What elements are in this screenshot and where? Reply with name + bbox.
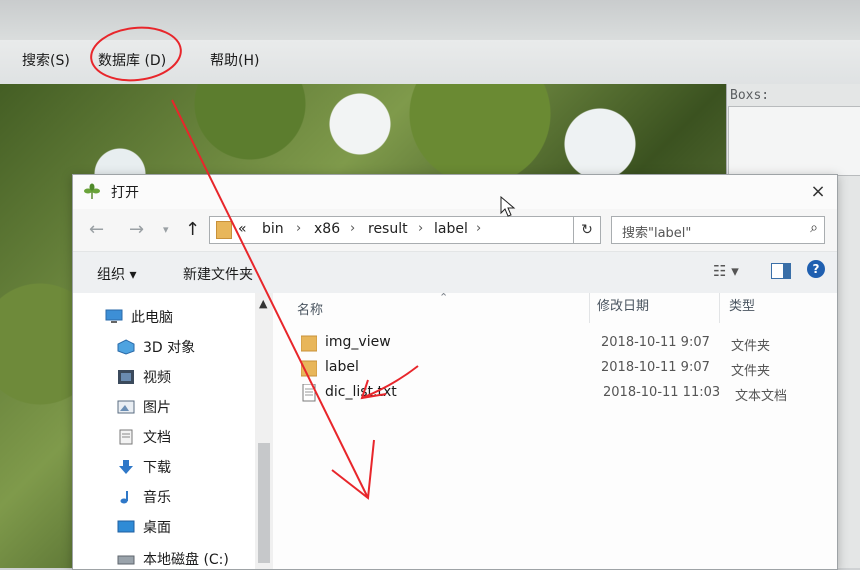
back-arrow-icon[interactable]: ← (89, 219, 104, 240)
file-name: img_view (325, 334, 391, 350)
refresh-icon[interactable]: ↻ (573, 216, 601, 244)
nav-item-videos[interactable]: 视频 (143, 367, 171, 387)
sort-ascending-icon: ⌃ (439, 291, 449, 304)
computer-icon (105, 309, 123, 323)
file-list: 名称 ⌃ 修改日期 类型 img_view 2018-10-11 9:07 文件… (273, 291, 837, 569)
folder-icon (301, 335, 317, 352)
column-header-name[interactable]: 名称 (297, 299, 323, 318)
file-row-label[interactable]: label 2018-10-11 9:07 文件夹 (273, 356, 837, 380)
menu-database[interactable]: 数据库 (D) (98, 50, 166, 70)
close-button[interactable]: × (805, 179, 831, 205)
nav-item-desktop[interactable]: 桌面 (143, 517, 171, 537)
3d-objects-icon (117, 339, 135, 355)
boxes-list[interactable] (728, 106, 860, 176)
chevron-right-icon[interactable]: › (418, 221, 423, 236)
nav-item-documents[interactable]: 文档 (143, 427, 171, 447)
nav-item-3d-objects[interactable]: 3D 对象 (143, 337, 195, 357)
up-arrow-icon[interactable]: ↑ (185, 219, 200, 240)
scroll-thumb[interactable] (258, 443, 270, 563)
file-date: 2018-10-11 9:07 (601, 335, 710, 350)
nav-item-downloads[interactable]: 下载 (143, 457, 171, 477)
nav-item-music[interactable]: 音乐 (143, 487, 171, 507)
recent-dropdown-icon[interactable]: ▾ (163, 223, 169, 236)
disk-icon (117, 555, 135, 565)
menu-help[interactable]: 帮助(H) (210, 50, 259, 70)
scroll-up-icon[interactable]: ▲ (259, 297, 267, 310)
column-header-type[interactable]: 类型 (729, 295, 755, 314)
dialog-titlebar: 打开 × (73, 175, 837, 209)
nav-item-pictures[interactable]: 图片 (143, 397, 171, 417)
file-row-dic-list[interactable]: dic_list.txt 2018-10-11 11:03 文本文档 (273, 381, 837, 405)
file-date: 2018-10-11 9:07 (601, 360, 710, 375)
file-type: 文件夹 (731, 339, 771, 354)
breadcrumb-overflow[interactable]: « (238, 221, 247, 237)
navigation-bar: ← → ▾ ↑ « bin › x86 › result › label › ⌄… (73, 209, 837, 251)
search-input[interactable]: 搜索"label" ⌕ (611, 216, 825, 244)
file-type: 文本文档 (735, 389, 788, 404)
folder-icon (216, 221, 232, 239)
mouse-cursor-icon (500, 196, 516, 217)
search-placeholder: 搜索"label" (622, 226, 692, 241)
video-icon (118, 370, 134, 384)
dialog-title: 打开 (111, 185, 139, 201)
forward-arrow-icon[interactable]: → (129, 219, 144, 240)
open-file-dialog: 打开 × ← → ▾ ↑ « bin › x86 › result › labe… (72, 174, 838, 570)
column-divider[interactable] (719, 293, 720, 323)
nav-item-this-pc[interactable]: 此电脑 (131, 307, 173, 327)
column-header-date[interactable]: 修改日期 (597, 295, 649, 314)
folder-icon (301, 360, 317, 377)
breadcrumb-result[interactable]: result (368, 221, 408, 237)
file-type: 文件夹 (731, 364, 771, 379)
file-name: dic_list.txt (325, 384, 397, 400)
download-icon (119, 460, 133, 474)
nav-item-local-disk[interactable]: 本地磁盘 (C:) (143, 549, 229, 569)
file-row-img-view[interactable]: img_view 2018-10-11 9:07 文件夹 (273, 331, 837, 355)
file-date: 2018-10-11 11:03 (603, 385, 721, 400)
menu-search[interactable]: 搜索(S) (22, 50, 70, 70)
breadcrumb-bin[interactable]: bin (262, 221, 284, 237)
app-leaf-icon (84, 183, 100, 199)
file-name: label (325, 359, 359, 375)
search-icon[interactable]: ⌕ (810, 220, 818, 236)
desktop-icon (117, 520, 135, 533)
new-folder-button[interactable]: 新建文件夹 (183, 264, 253, 284)
nav-pane-scrollbar[interactable]: ▲ (255, 293, 273, 569)
chevron-right-icon[interactable]: › (476, 221, 481, 236)
breadcrumb-x86[interactable]: x86 (314, 221, 340, 237)
pictures-icon (117, 400, 135, 414)
boxes-label: Boxs: (730, 88, 770, 103)
command-toolbar: 组织 ▾ 新建文件夹 ☷ ▾ ? (73, 251, 837, 295)
column-divider[interactable] (589, 293, 590, 323)
chevron-right-icon[interactable]: › (296, 221, 301, 236)
documents-icon (119, 429, 133, 445)
address-bar[interactable]: « bin › x86 › result › label › ⌄ (209, 216, 601, 244)
chevron-right-icon[interactable]: › (350, 221, 355, 236)
text-file-icon (302, 384, 316, 402)
breadcrumb-label[interactable]: label (434, 221, 468, 237)
preview-pane-icon[interactable] (771, 263, 791, 279)
music-icon (120, 491, 128, 504)
help-icon[interactable]: ? (807, 260, 825, 278)
navigation-pane: 此电脑 3D 对象 视频 图片 文档 下载 音乐 桌面 本地磁盘 (C:) (73, 293, 273, 569)
app-top-strip (0, 0, 860, 40)
organize-button[interactable]: 组织 ▾ (97, 264, 136, 284)
view-options-icon[interactable]: ☷ ▾ (713, 262, 739, 280)
